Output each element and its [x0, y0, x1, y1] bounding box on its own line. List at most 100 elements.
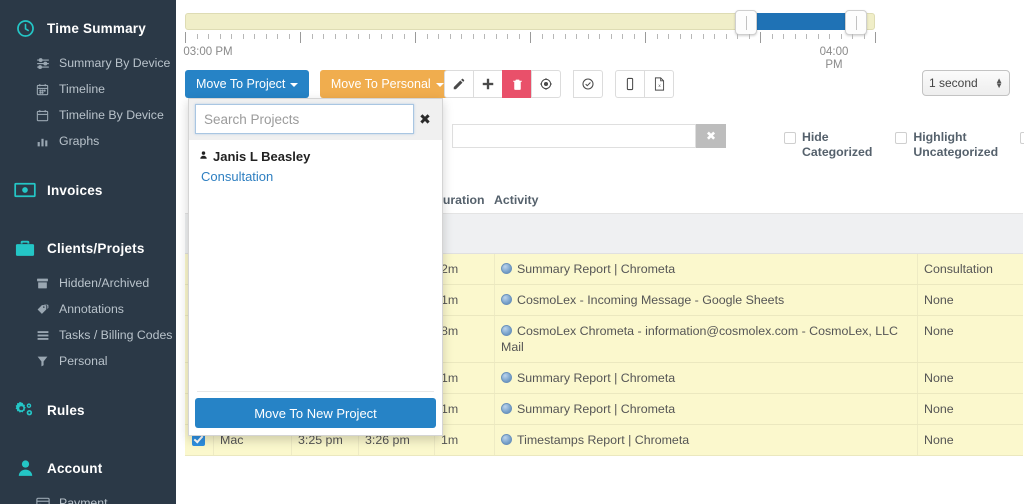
checkbox-hide-categorized[interactable]: Hide Categorized — [784, 130, 872, 175]
ruler-tick-minor — [450, 34, 451, 39]
mobile-device-icon[interactable] — [615, 70, 645, 98]
sidebar-label: Annotations — [59, 302, 124, 316]
cell-category: None — [917, 316, 1023, 362]
timeline-range-slider[interactable] — [185, 10, 875, 35]
ruler-tick-minor — [289, 34, 290, 39]
sliders-icon — [34, 55, 51, 71]
sidebar-label: Account — [47, 460, 103, 476]
sidebar-item-invoices[interactable]: Invoices — [0, 168, 176, 212]
ruler-tick-minor — [829, 34, 830, 39]
cell-duration: 8m — [434, 316, 494, 362]
export-excel-icon[interactable]: x — [644, 70, 674, 98]
dropdown-footer: Move To New Project — [189, 392, 442, 435]
activity-text: Summary Report | Chrometa — [517, 371, 676, 385]
activity-text: CosmoLex Chrometa - information@cosmolex… — [501, 324, 898, 354]
filter-icon — [34, 353, 51, 369]
sidebar-item-payment[interactable]: Payment — [0, 490, 176, 504]
dropdown-search-area: ✖ — [189, 99, 442, 140]
ruler-tick-minor — [818, 34, 819, 39]
interval-select[interactable]: 1 second ▲ ▼ — [922, 70, 1010, 96]
check-circle-icon[interactable] — [573, 70, 603, 98]
move-to-personal-button[interactable]: Move To Personal — [319, 70, 455, 98]
sidebar-item-rules[interactable]: Rules — [0, 388, 176, 432]
cell-category: None — [917, 425, 1023, 455]
ruler-tick-minor — [323, 34, 324, 39]
sidebar-item-summary-by-device[interactable]: Summary By Device — [0, 50, 176, 76]
target-icon[interactable] — [531, 70, 561, 98]
sidebar-item-time-summary[interactable]: Time Summary — [0, 6, 176, 50]
sidebar-item-account[interactable]: Account — [0, 446, 176, 490]
sidebar-item-personal[interactable]: Personal — [0, 348, 176, 374]
ruler-tick-minor — [565, 34, 566, 39]
move-to-new-project-button[interactable]: Move To New Project — [195, 398, 436, 428]
sidebar-item-hidden-archived[interactable]: Hidden/Archived — [0, 270, 176, 296]
checkbox-collapse-block-hours[interactable]: Collapse Block Hours — [1020, 130, 1024, 175]
sidebar-label: Clients/Projets — [47, 240, 145, 256]
clear-search-icon[interactable]: ✖ — [414, 111, 436, 128]
cell-activity: Timestamps Report | Chrometa — [494, 425, 917, 455]
cell-activity: Summary Report | Chrometa — [494, 254, 917, 284]
checkbox-box[interactable] — [1020, 132, 1024, 144]
checkbox-highlight-uncategorized[interactable]: Highlight Uncategorized — [895, 130, 998, 175]
ruler-tick-minor — [484, 34, 485, 39]
cell-duration: 1m — [434, 394, 494, 424]
ruler-tick-minor — [473, 34, 474, 39]
sidebar-item-tasks-billing-codes[interactable]: Tasks / Billing Codes — [0, 322, 176, 348]
checkbox-box[interactable] — [784, 132, 796, 144]
table-search-clear-button[interactable]: ✖ — [696, 124, 726, 148]
action-buttons: Move To Project Move To Personal — [185, 70, 461, 98]
ruler-tick-major — [415, 32, 416, 43]
ruler-tick-minor — [427, 34, 428, 39]
cell-category: None — [917, 394, 1023, 424]
add-plus-icon[interactable] — [473, 70, 503, 98]
calendar-alt-icon — [34, 107, 51, 123]
sidebar-item-annotations[interactable]: Annotations — [0, 296, 176, 322]
sidebar-item-timeline[interactable]: Timeline — [0, 76, 176, 102]
gears-icon — [12, 397, 38, 423]
table-search-input[interactable] — [452, 124, 696, 148]
sidebar-label: Time Summary — [47, 20, 146, 36]
sidebar-item-graphs[interactable]: Graphs — [0, 128, 176, 154]
search-projects-input[interactable] — [195, 104, 414, 134]
spinner-arrows-icon: ▲ ▼ — [995, 76, 1003, 90]
activity-text: CosmoLex - Incoming Message - Google She… — [517, 293, 785, 307]
ruler-tick-major — [875, 32, 876, 43]
ruler-tick-minor — [231, 34, 232, 39]
edit-pencil-icon[interactable] — [444, 70, 474, 98]
sidebar-label: Invoices — [47, 182, 103, 198]
ruler-tick-major — [760, 32, 761, 43]
dropdown-project-item[interactable]: Consultation — [189, 166, 442, 187]
ruler-tick-minor — [461, 34, 462, 39]
move-to-project-label: Move To Project — [196, 77, 286, 91]
ruler-tick-minor — [243, 34, 244, 39]
bar-chart-icon — [34, 133, 51, 149]
column-header-activity[interactable]: Activity — [494, 193, 917, 207]
sidebar-label: Hidden/Archived — [59, 276, 150, 290]
ruler-tick-minor — [438, 34, 439, 39]
ruler-tick-minor — [404, 34, 405, 39]
sidebar-item-timeline-by-device[interactable]: Timeline By Device — [0, 102, 176, 128]
money-icon — [12, 177, 38, 203]
list-icon — [34, 327, 51, 343]
person-icon — [199, 150, 208, 163]
ruler-tick-minor — [507, 34, 508, 39]
ruler-tick-minor — [392, 34, 393, 39]
sidebar-item-clients-projects[interactable]: Clients/Projets — [0, 226, 176, 270]
sidebar-label: Payment — [59, 496, 108, 504]
move-to-project-button[interactable]: Move To Project — [185, 70, 310, 98]
ruler-tick-minor — [197, 34, 198, 39]
ruler-tick-minor — [622, 34, 623, 39]
interval-value: 1 second — [929, 76, 978, 90]
checkbox-box[interactable] — [895, 132, 908, 144]
activity-text: Timestamps Report | Chrometa — [517, 433, 690, 447]
clock-icon — [12, 15, 38, 41]
column-header-duration[interactable]: Duration — [434, 193, 494, 207]
sidebar-label: Timeline By Device — [59, 108, 164, 122]
ruler-tick-minor — [726, 34, 727, 39]
delete-trash-icon[interactable] — [502, 70, 532, 98]
ruler-tick-major — [300, 32, 301, 43]
chevron-down-icon — [290, 82, 299, 87]
globe-icon — [501, 403, 512, 414]
globe-icon — [501, 294, 512, 305]
